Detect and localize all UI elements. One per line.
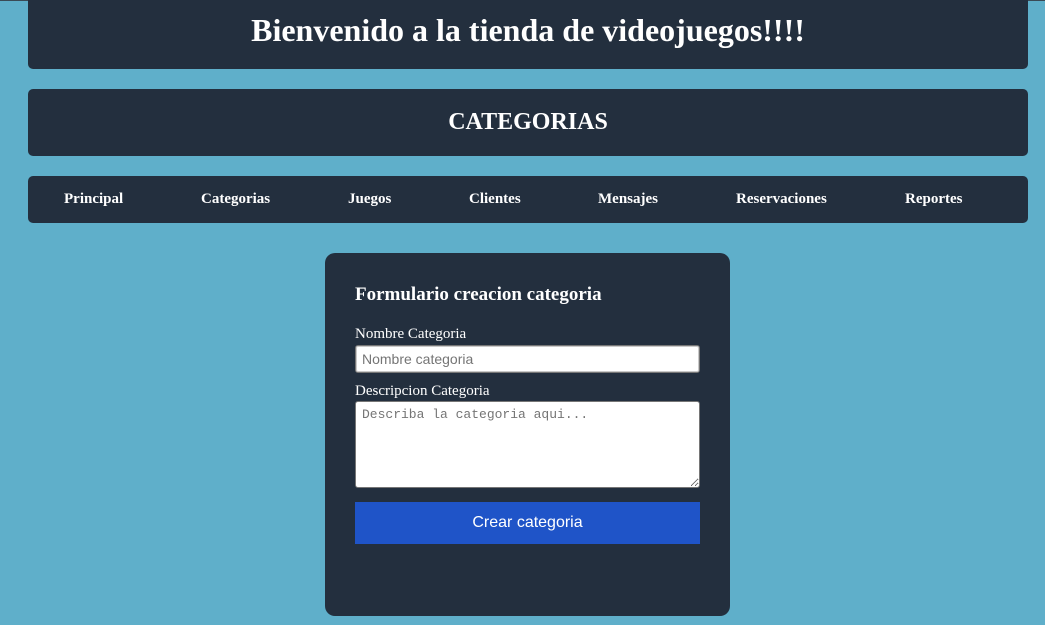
category-description-label: Descripcion Categoria — [355, 383, 490, 399]
section-header: CATEGORIAS — [28, 89, 1028, 156]
nav-item-mensajes[interactable]: Mensajes — [598, 191, 658, 208]
welcome-header: Bienvenido a la tienda de videojuegos!!!… — [28, 0, 1028, 69]
main-nav: Principal Categorias Juegos Clientes Men… — [28, 176, 1028, 223]
category-description-textarea[interactable] — [355, 401, 700, 488]
category-name-input[interactable] — [355, 345, 700, 373]
create-category-button[interactable]: Crear categoria — [355, 502, 700, 544]
nav-item-principal[interactable]: Principal — [64, 191, 123, 208]
form-title: Formulario creacion categoria — [355, 284, 602, 305]
section-title: CATEGORIAS — [448, 109, 608, 135]
nav-item-juegos[interactable]: Juegos — [348, 191, 391, 208]
create-category-form: Formulario creacion categoria Nombre Cat… — [325, 253, 730, 616]
nav-item-reportes[interactable]: Reportes — [905, 191, 962, 208]
nav-item-categorias[interactable]: Categorias — [201, 191, 270, 208]
nav-item-clientes[interactable]: Clientes — [469, 191, 521, 208]
nav-item-reservaciones[interactable]: Reservaciones — [736, 191, 827, 208]
category-name-label: Nombre Categoria — [355, 326, 467, 342]
page-title: Bienvenido a la tienda de videojuegos!!!… — [251, 12, 805, 48]
